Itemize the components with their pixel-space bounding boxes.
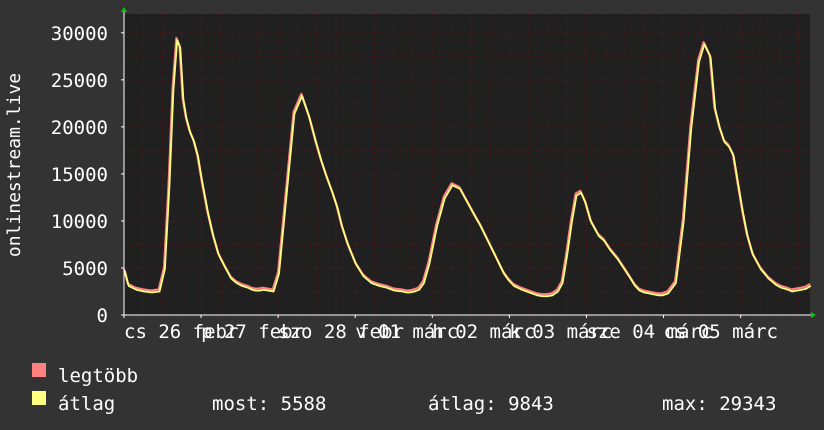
x-axis-arrow — [811, 312, 816, 318]
y-tick-label: 25000 — [51, 70, 108, 92]
legend-stat: átlag: 9843 — [428, 393, 554, 415]
legend-label: átlag — [58, 393, 115, 415]
y-axis-arrow — [121, 7, 127, 12]
y-tick-labels: 0 5000 10000 15000 20000 25000 30000 — [51, 23, 108, 327]
y-tick-label: 30000 — [51, 23, 108, 45]
legend-stat: most: 5588 — [212, 393, 326, 415]
y-tick-label: 20000 — [51, 117, 108, 139]
y-axis-label: onlinestream.live — [4, 73, 25, 257]
legend-swatch — [32, 363, 46, 377]
x-tick-labels: cs 26 febrp 27 febrszo 28 febrv 01 márch… — [124, 321, 778, 343]
chart: 0 5000 10000 15000 20000 25000 30000 cs 26 feb… — [4, 7, 816, 415]
x-tick-label: cs 05 márc — [664, 321, 778, 343]
y-tick-label: 10000 — [51, 211, 108, 233]
legend: legtöbb átlag most: 5588 átlag: 9843 max: 29… — [32, 363, 776, 415]
legend-stat: max: 29343 — [662, 393, 776, 415]
y-tick-label: 0 — [97, 305, 108, 327]
legend-swatch — [32, 391, 46, 405]
y-tick-label: 15000 — [51, 164, 108, 186]
legend-label: legtöbb — [58, 365, 138, 387]
y-tick-label: 5000 — [62, 258, 108, 280]
